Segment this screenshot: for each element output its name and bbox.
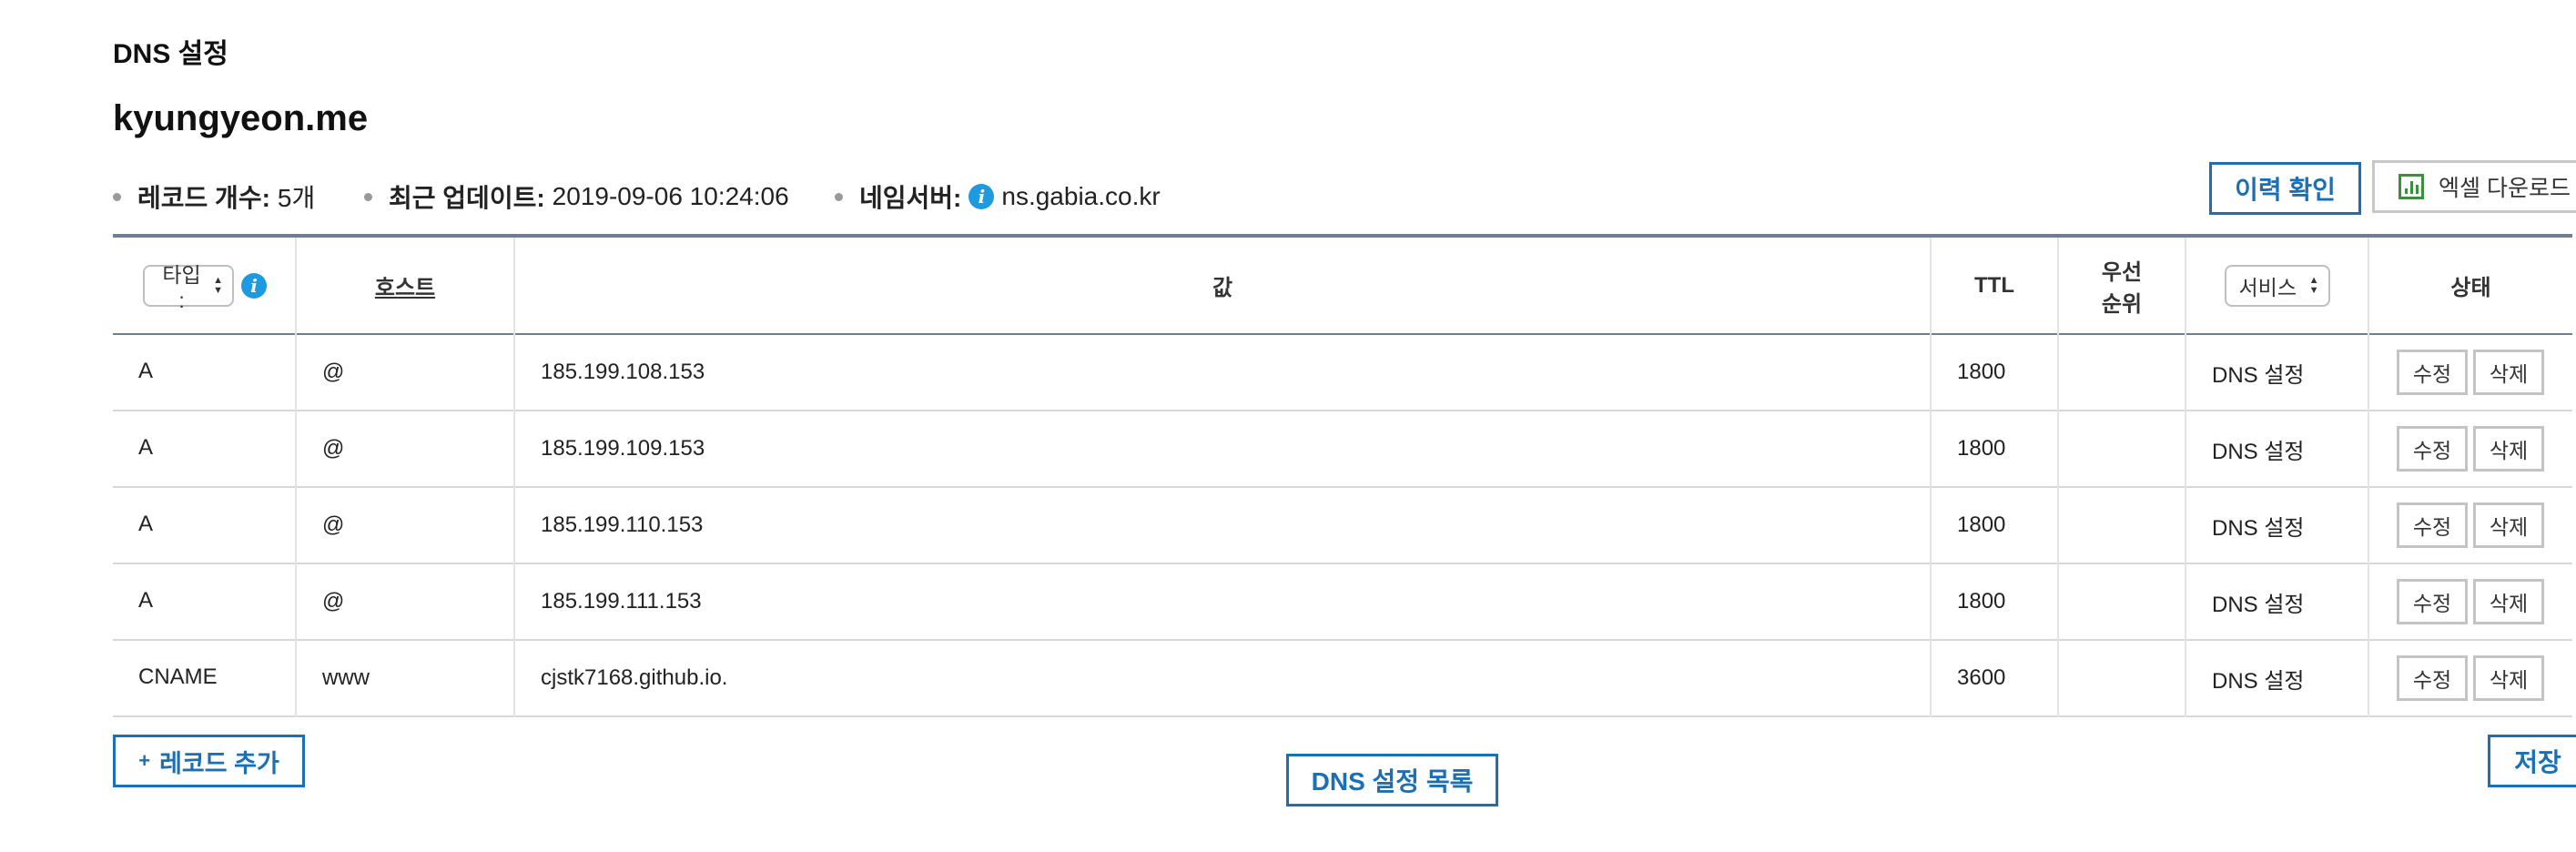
record-type: CNAME bbox=[113, 640, 297, 716]
record-host: @ bbox=[296, 411, 515, 487]
add-record-label: 레코드 추가 bbox=[159, 749, 279, 777]
dns-records-table: 타입 : ▲ ▼ i 호스트 값 TTL 우선 순위 서비스 ▲ ▼ 상태 A … bbox=[113, 234, 2572, 717]
record-priority bbox=[2058, 640, 2186, 716]
value-header: 값 bbox=[514, 236, 1932, 334]
last-updated-summary: 최근 업데이트: 2019-09-06 10:24:06 bbox=[364, 178, 789, 215]
record-ttl: 1800 bbox=[1931, 411, 2059, 487]
record-value: 185.199.109.153 bbox=[514, 411, 1932, 487]
type-header: 타입 : ▲ ▼ i bbox=[113, 236, 297, 334]
delete-button[interactable]: 삭제 bbox=[2473, 579, 2544, 624]
add-record-button[interactable]: + 레코드 추가 bbox=[113, 735, 305, 787]
plus-icon: + bbox=[138, 749, 151, 772]
table-row: A @ 185.199.108.153 1800 DNS 설정 수정 삭제 bbox=[113, 334, 2572, 411]
nameserver-label: 네임서버: bbox=[859, 184, 962, 212]
record-actions: 수정 삭제 bbox=[2368, 640, 2572, 716]
edit-button[interactable]: 수정 bbox=[2397, 426, 2468, 472]
record-type: A bbox=[113, 487, 297, 563]
domain-title: kyungyeon.me bbox=[113, 98, 369, 138]
info-icon[interactable]: i bbox=[969, 184, 995, 209]
table-row: A @ 185.199.109.153 1800 DNS 설정 수정 삭제 bbox=[113, 411, 2572, 487]
edit-button[interactable]: 수정 bbox=[2397, 655, 2468, 701]
record-host: @ bbox=[296, 487, 515, 563]
service-header: 서비스 ▲ ▼ bbox=[2186, 236, 2369, 334]
info-icon[interactable]: i bbox=[241, 272, 267, 299]
record-actions: 수정 삭제 bbox=[2368, 334, 2572, 411]
record-ttl: 1800 bbox=[1931, 563, 2059, 640]
record-count-summary: 레코드 개수: 5개 bbox=[113, 178, 315, 215]
record-value: cjstk7168.github.io. bbox=[514, 640, 1932, 716]
delete-button[interactable]: 삭제 bbox=[2473, 426, 2544, 472]
bullet-dot bbox=[113, 192, 121, 201]
last-updated-value: 2019-09-06 10:24:06 bbox=[552, 182, 789, 210]
priority-header: 우선 순위 bbox=[2058, 236, 2186, 334]
history-button[interactable]: 이력 확인 bbox=[2209, 162, 2361, 215]
record-actions: 수정 삭제 bbox=[2368, 411, 2572, 487]
record-priority bbox=[2058, 411, 2186, 487]
ttl-header: TTL bbox=[1931, 236, 2059, 334]
record-type: A bbox=[113, 411, 297, 487]
record-host: www bbox=[296, 640, 515, 716]
record-value: 185.199.108.153 bbox=[514, 334, 1932, 411]
record-actions: 수정 삭제 bbox=[2368, 563, 2572, 640]
nameserver-summary: 네임서버: i ns.gabia.co.kr bbox=[835, 178, 1161, 215]
edit-button[interactable]: 수정 bbox=[2397, 579, 2468, 624]
delete-button[interactable]: 삭제 bbox=[2473, 655, 2544, 701]
nameserver-value: ns.gabia.co.kr bbox=[1001, 182, 1161, 210]
record-value: 185.199.111.153 bbox=[514, 563, 1932, 640]
record-service: DNS 설정 bbox=[2186, 487, 2369, 563]
record-priority bbox=[2058, 487, 2186, 563]
record-count-value: 5개 bbox=[277, 184, 316, 212]
host-header[interactable]: 호스트 bbox=[296, 236, 515, 334]
save-button[interactable]: 저장 bbox=[2488, 735, 2576, 787]
record-ttl: 3600 bbox=[1931, 640, 2059, 716]
record-priority bbox=[2058, 563, 2186, 640]
record-service: DNS 설정 bbox=[2186, 563, 2369, 640]
dns-list-button[interactable]: DNS 설정 목록 bbox=[1286, 754, 1498, 806]
status-header: 상태 bbox=[2450, 276, 2491, 300]
excel-download-button[interactable]: 엑셀 다운로드 bbox=[2372, 160, 2576, 213]
delete-button[interactable]: 삭제 bbox=[2473, 350, 2544, 395]
record-ttl: 1800 bbox=[1931, 334, 2059, 411]
record-count-label: 레코드 개수: bbox=[137, 184, 270, 212]
table-header-row: 타입 : ▲ ▼ i 호스트 값 TTL 우선 순위 서비스 ▲ ▼ 상태 bbox=[113, 236, 2572, 334]
record-service: DNS 설정 bbox=[2186, 411, 2369, 487]
record-type: A bbox=[113, 563, 297, 640]
record-priority bbox=[2058, 334, 2186, 411]
table-row: A @ 185.199.110.153 1800 DNS 설정 수정 삭제 bbox=[113, 487, 2572, 563]
record-type: A bbox=[113, 334, 297, 411]
record-actions: 수정 삭제 bbox=[2368, 487, 2572, 563]
service-filter-select[interactable]: 서비스 ▲ ▼ bbox=[2224, 264, 2330, 307]
excel-download-label: 엑셀 다운로드 bbox=[2439, 176, 2571, 201]
updown-arrows-icon: ▲ ▼ bbox=[2308, 274, 2319, 296]
edit-button[interactable]: 수정 bbox=[2397, 350, 2468, 395]
bullet-dot bbox=[364, 192, 372, 201]
record-value: 185.199.110.153 bbox=[514, 487, 1932, 563]
edit-button[interactable]: 수정 bbox=[2397, 502, 2468, 548]
record-service: DNS 설정 bbox=[2186, 640, 2369, 716]
bullet-dot bbox=[835, 192, 843, 201]
last-updated-label: 최근 업데이트: bbox=[389, 184, 545, 212]
updown-arrows-icon: ▲ ▼ bbox=[213, 274, 223, 296]
record-host: @ bbox=[296, 563, 515, 640]
type-filter-select[interactable]: 타입 : ▲ ▼ bbox=[143, 263, 234, 312]
table-row: A @ 185.199.111.153 1800 DNS 설정 수정 삭제 bbox=[113, 563, 2572, 640]
table-row: CNAME www cjstk7168.github.io. 3600 DNS … bbox=[113, 640, 2572, 716]
record-service: DNS 설정 bbox=[2186, 334, 2369, 411]
record-host: @ bbox=[296, 334, 515, 411]
record-ttl: 1800 bbox=[1931, 487, 2059, 563]
delete-button[interactable]: 삭제 bbox=[2473, 502, 2544, 548]
excel-chart-icon bbox=[2399, 174, 2424, 199]
section-title: DNS 설정 bbox=[113, 39, 228, 69]
